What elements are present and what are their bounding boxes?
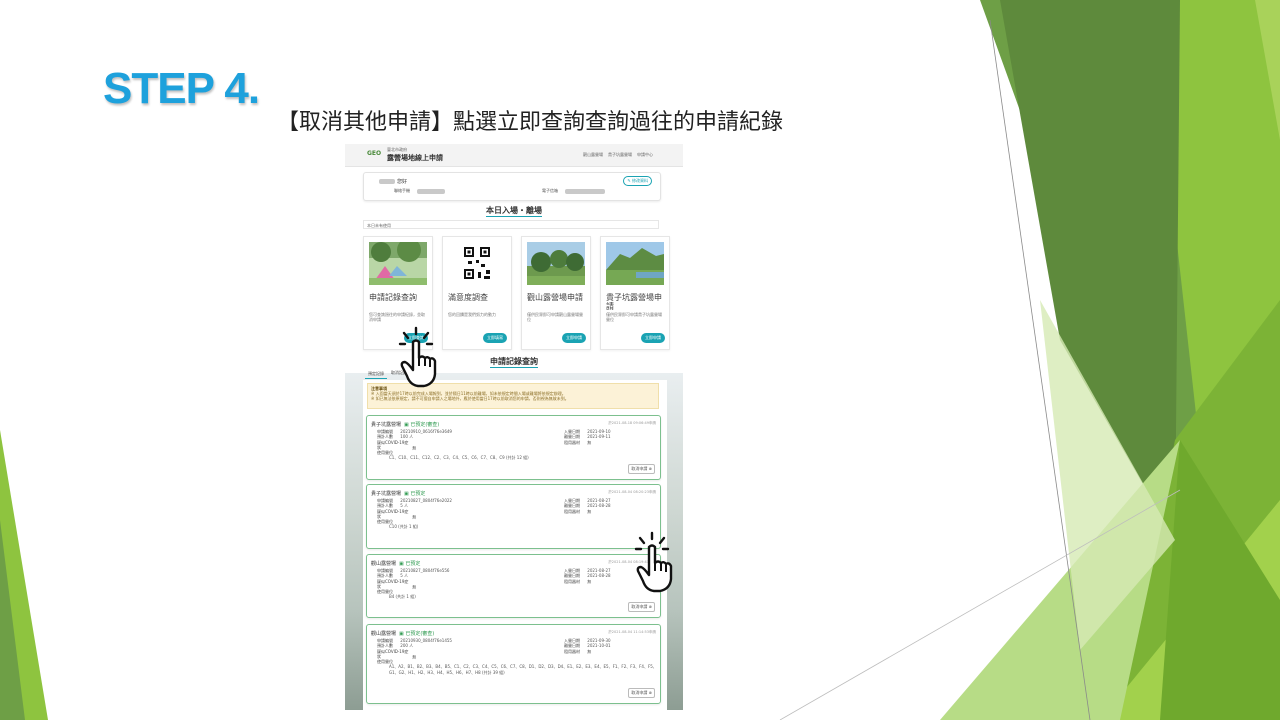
record-details-left: 申請編號 20210827_0804f76e556 預計人數 5 人 疑似COV…: [377, 568, 450, 600]
status-badge: ▣ 已預定: [399, 561, 421, 567]
record-details-right: 入營日期 2021-08-27 離營日期 2021-08-28 租用器材 無: [564, 568, 611, 584]
apply-guanshan-button[interactable]: 立即申請: [562, 333, 586, 343]
card-description: 僅供民眾即可申請觀山露營場營位: [527, 312, 583, 322]
record-details-left: 申請編號 20210910_0616f76e3649 預計人數 100 人 疑似…: [377, 429, 529, 461]
today-empty-note: 本日未有使用: [363, 220, 659, 229]
record-timestamp: 於2021-08-18 09:06:49申請: [608, 421, 656, 425]
record-site: 觀山露營場 ▣ 已預定: [371, 561, 421, 567]
cancel-application-button[interactable]: 取消申請 ⊗: [628, 602, 655, 612]
record-timestamp: 於2021-08-04 11:14:53申請: [608, 630, 656, 634]
nav-link-guanshan[interactable]: 觀山露營場: [583, 152, 603, 158]
card-title: 貴子坑露營場申請: [606, 293, 662, 311]
user-profile-card: 您好 聯絡手機 電子信箱 ✎ 修改資料: [363, 172, 661, 201]
record-details-left: 申請編號 20210930_0804f76e1455 預計人數 200 人 疑似…: [377, 638, 657, 675]
pointing-hand-icon: [634, 531, 673, 593]
nav-link-center[interactable]: 申請中心: [637, 152, 653, 158]
tent-photo: [369, 242, 427, 285]
card-guanshan-apply[interactable]: 觀山露營場申請 僅供民眾即可申請觀山露營場營位 立即申請: [521, 236, 591, 350]
record-card: 貴子坑露營場 ▣ 已預定 於2021-08-04 08:20:23申請 申請編號 …: [366, 484, 661, 549]
fill-survey-button[interactable]: 立即填寫: [483, 333, 507, 343]
apply-guizikeng-button[interactable]: 立即申請: [641, 333, 665, 343]
geo-logo: GEO: [367, 150, 382, 157]
record-site: 觀山露營場 ▣ 已預定(審查): [371, 631, 435, 637]
record-card: 貴子坑露營場 ▣ 已預定(審查) 於2021-08-18 09:06:49申請 申…: [366, 415, 661, 480]
masked-email: [565, 188, 606, 194]
card-guizikeng-apply[interactable]: 貴子坑露營場申請 僅供民眾即可申請貴子坑露營場營位 立即申請: [600, 236, 670, 350]
record-timestamp: 於2021-08-04 08:20:23申請: [608, 490, 656, 494]
phone-row: 聯絡手機: [394, 188, 447, 194]
record-card: 觀山露營場 ▣ 已預定 於2021-08-04 08:19:41申請 申請編號 2…: [366, 554, 661, 618]
record-details-right: 入營日期 2021-09-30 離營日期 2021-10-01 租用器材 無: [564, 638, 611, 654]
status-badge: ▣ 已預定: [404, 491, 426, 497]
site-title[interactable]: 露營場地線上申請: [387, 153, 443, 163]
qr-code-icon: [448, 242, 506, 285]
card-description: 僅供民眾即可申請貴子坑露營場營位: [606, 312, 662, 322]
website-screenshot: GEO 臺北市政府 露營場地線上申請 觀山露營場 貴子坑露營場 申請中心 您好 …: [345, 144, 683, 710]
masked-phone: [417, 188, 446, 194]
nav-link-guizikeng[interactable]: 貴子坑露營場: [608, 152, 632, 158]
pointing-hand-icon: [398, 326, 437, 388]
status-badge: ▣ 已預定(審查): [404, 422, 440, 428]
record-details-right: 入營日期 2021-08-27 離營日期 2021-08-28 租用器材 無: [564, 498, 611, 514]
tab-reserved[interactable]: 預定記錄: [365, 370, 387, 379]
record-details-right: 入營日期 2021-09-10 離營日期 2021-09-11 租用器材 無: [564, 429, 611, 445]
top-nav: 觀山露營場 貴子坑露營場 申請中心: [583, 152, 653, 158]
masked-name: [379, 179, 395, 184]
email-row: 電子信箱: [542, 188, 607, 194]
record-site: 貴子坑露營場 ▣ 已預定(審查): [371, 422, 440, 428]
cancel-application-button[interactable]: 取消申請 ⊗: [628, 688, 655, 698]
campsite-photo: [527, 242, 585, 285]
card-title: 滿意度調查: [448, 293, 488, 302]
instruction-text: 【取消其他申請】點選立即查詢查詢過往的申請紀錄: [277, 110, 784, 135]
records-list: 注意事項 ※ 入園當天須於17時以前完成入場報到，並於隔日11時以前離場，如未依…: [363, 380, 667, 710]
record-card: 觀山露營場 ▣ 已預定(審查) 於2021-08-04 11:14:53申請 申請…: [366, 624, 661, 704]
record-details-left: 申請編號 20210827_0804f76e2022 預計人數 5 人 疑似CO…: [377, 498, 452, 530]
card-description: 您可查詢過往的申請紀錄，並取消申請: [369, 312, 425, 322]
card-title: 申請記錄查詢: [369, 293, 417, 302]
card-title: 觀山露營場申請: [527, 293, 583, 302]
user-greeting: 您好: [379, 178, 407, 185]
site-header: GEO 臺北市政府 露營場地線上申請 觀山露營場 貴子坑露營場 申請中心: [345, 144, 683, 167]
step-label: STEP 4.: [103, 64, 260, 113]
card-satisfaction-survey[interactable]: 滿意度調查 您的回饋是我們努力的動力 立即填寫: [442, 236, 512, 350]
status-badge: ▣ 已預定(審查): [399, 631, 435, 637]
cancel-application-button[interactable]: 取消申請 ⊗: [628, 464, 655, 474]
today-section-title: 本日入場・離場: [486, 206, 542, 217]
record-site: 貴子坑露營場 ▣ 已預定: [371, 491, 426, 497]
edit-profile-button[interactable]: ✎ 修改資料: [623, 176, 652, 186]
card-description: 您的回饋是我們努力的動力: [448, 312, 496, 317]
park-photo: [606, 242, 664, 285]
